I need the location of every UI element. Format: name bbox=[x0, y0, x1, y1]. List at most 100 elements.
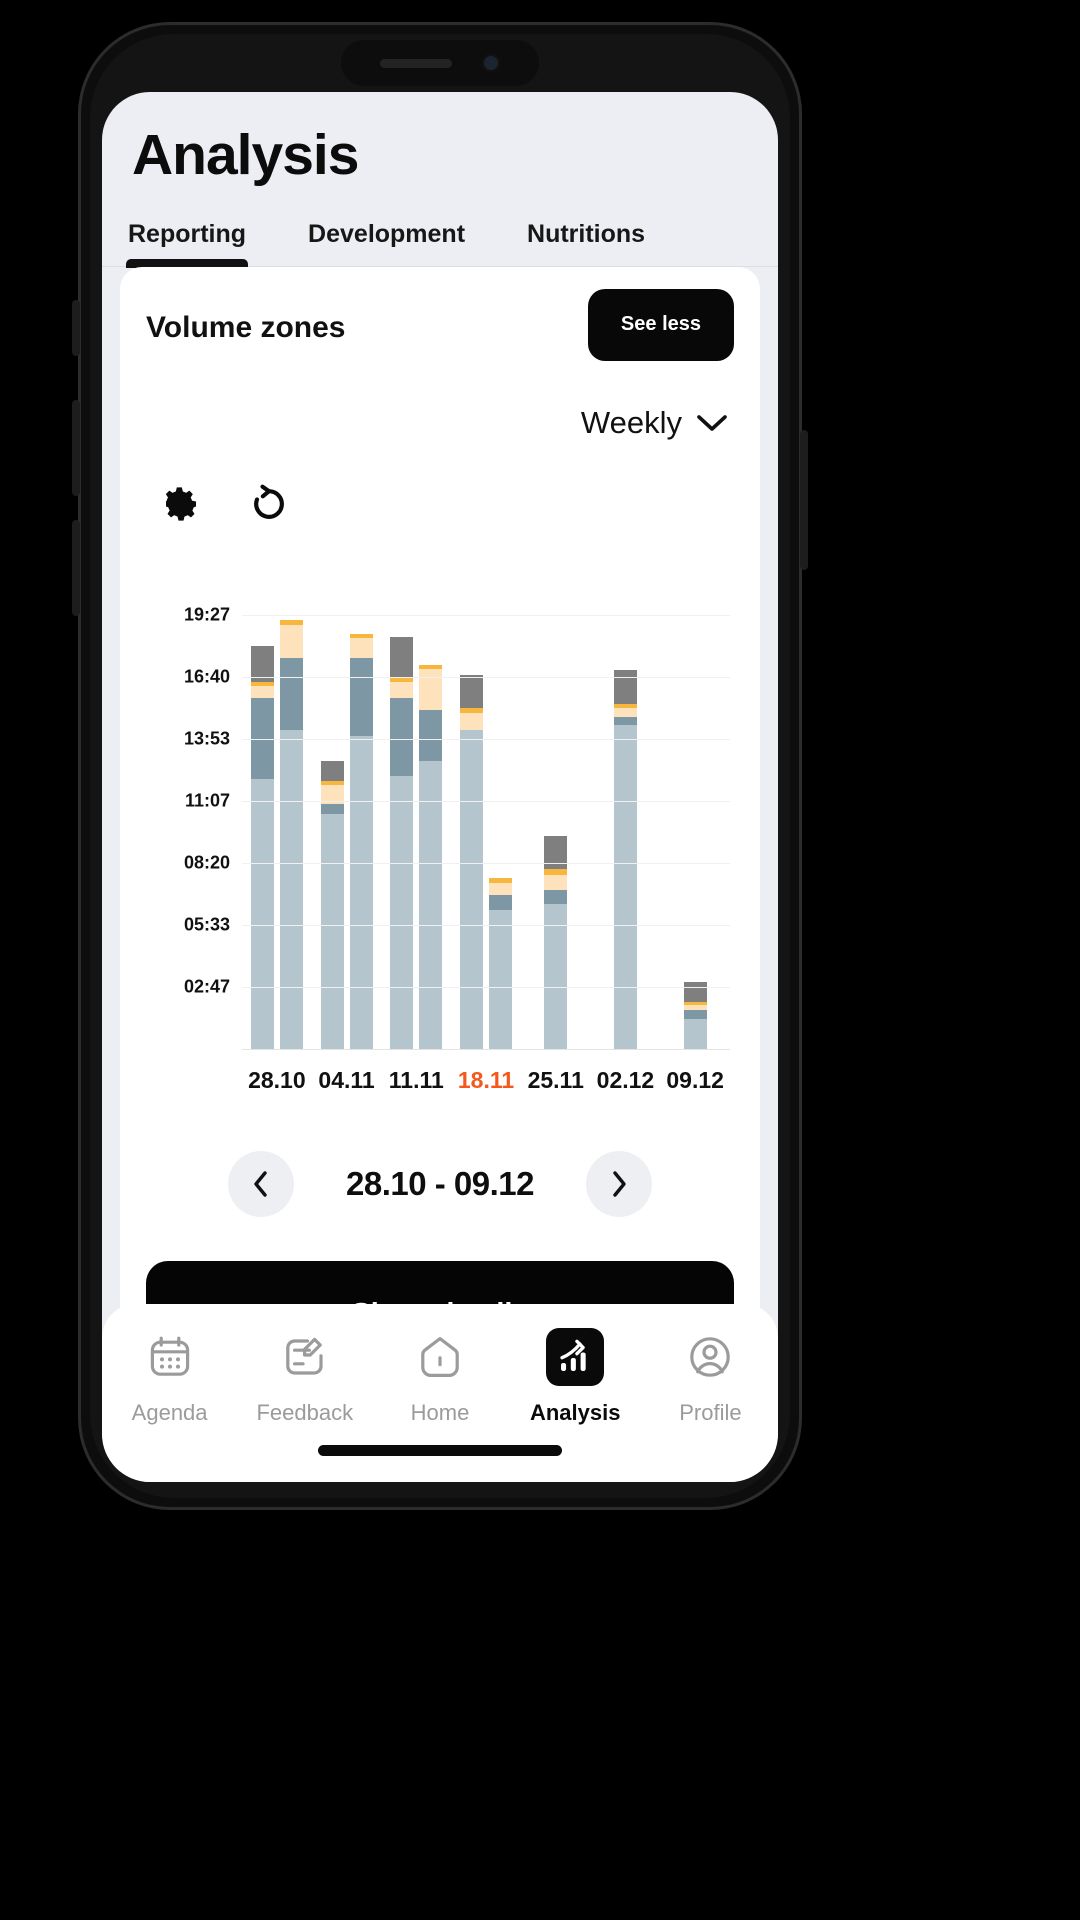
nav-label-analysis: Analysis bbox=[529, 1400, 621, 1425]
chart-bar[interactable] bbox=[250, 645, 274, 1049]
y-axis-tick: 16:40 bbox=[183, 666, 230, 687]
y-axis-tick: 19:27 bbox=[183, 604, 230, 625]
x-axis-tick[interactable]: 02.12 bbox=[591, 1067, 661, 1094]
nav-item-home[interactable]: Home bbox=[372, 1328, 507, 1426]
x-axis-tick[interactable]: 04.11 bbox=[312, 1067, 382, 1094]
chart-bar-segment-zone3 bbox=[613, 708, 637, 718]
y-axis-tick: 13:53 bbox=[183, 728, 230, 749]
chart-y-axis: 02:47 05:33 08:20 11:07 13:53 16:40 19:27 bbox=[146, 569, 230, 1049]
chart-bar[interactable] bbox=[489, 878, 513, 1049]
chart-bar[interactable] bbox=[320, 760, 344, 1049]
note-edit-icon bbox=[276, 1328, 334, 1386]
chart-up-icon bbox=[546, 1328, 605, 1386]
date-range-label: 28.10 - 09.12 bbox=[346, 1164, 535, 1202]
chart-gridline bbox=[242, 614, 730, 616]
earpiece-speaker bbox=[380, 58, 452, 68]
chart-bar-segment-zone2 bbox=[489, 894, 513, 911]
chart-bar-segment-zone2 bbox=[683, 1009, 707, 1019]
chart-bar[interactable] bbox=[279, 620, 303, 1049]
chart-bar-segment-zone5 bbox=[544, 835, 568, 870]
app-screen: Analysis Reporting Development Nutrition… bbox=[102, 92, 778, 1482]
period-selector[interactable]: Weekly bbox=[581, 405, 728, 441]
nav-label-feedback: Feedback bbox=[256, 1400, 354, 1425]
page-title: Analysis bbox=[132, 123, 359, 187]
person-icon bbox=[681, 1328, 739, 1386]
previous-range-button[interactable] bbox=[228, 1150, 294, 1217]
volume-zones-chart: 02:47 05:33 08:20 11:07 13:53 16:40 19:27 28.1… bbox=[146, 569, 734, 1099]
chart-bar-segment-zone3 bbox=[349, 638, 373, 659]
chart-bar-group[interactable] bbox=[521, 569, 591, 1049]
chart-bar-segment-zone1 bbox=[613, 725, 637, 1049]
chart-bar[interactable] bbox=[419, 664, 443, 1049]
card-header: Volume zones See less bbox=[146, 288, 734, 361]
chart-bar-group[interactable] bbox=[381, 569, 451, 1049]
volume-zones-card: Volume zones See less Weekly 02:47 05:33… bbox=[120, 266, 760, 1369]
home-indicator bbox=[318, 1445, 562, 1456]
front-camera bbox=[482, 54, 500, 72]
chart-gridline bbox=[242, 986, 730, 988]
chart-plot-area bbox=[242, 569, 730, 1050]
chart-bar-segment-zone2 bbox=[279, 658, 303, 730]
chart-gridline bbox=[242, 862, 730, 864]
chart-bar-segment-zone2 bbox=[544, 890, 568, 904]
chart-gridline bbox=[242, 738, 730, 740]
x-axis-tick[interactable]: 09.12 bbox=[660, 1067, 730, 1094]
chart-bar-segment-zone5 bbox=[320, 760, 344, 781]
chart-bar-segment-zone1 bbox=[460, 729, 484, 1049]
reset-chart-button[interactable] bbox=[248, 483, 290, 525]
chart-bar-group[interactable] bbox=[660, 569, 730, 1049]
chart-bar[interactable] bbox=[544, 835, 568, 1049]
chart-bar[interactable] bbox=[613, 670, 637, 1049]
chart-bar-group[interactable] bbox=[242, 569, 312, 1049]
chart-bar-group[interactable] bbox=[312, 569, 382, 1049]
tab-reporting[interactable]: Reporting bbox=[125, 220, 249, 268]
chart-bar-group[interactable] bbox=[451, 569, 521, 1049]
chart-bar-segment-zone3 bbox=[419, 669, 443, 710]
phone-power-button bbox=[800, 430, 808, 570]
chart-bar-segment-zone1 bbox=[320, 814, 344, 1049]
tab-nutritions[interactable]: Nutritions bbox=[527, 220, 645, 266]
nav-item-feedback[interactable]: Feedback bbox=[237, 1328, 372, 1426]
chart-bar-group[interactable] bbox=[591, 569, 661, 1049]
y-axis-tick: 05:33 bbox=[183, 914, 230, 935]
see-less-button[interactable]: See less bbox=[587, 288, 734, 361]
y-axis-tick: 11:07 bbox=[184, 790, 230, 811]
chevron-down-icon bbox=[697, 415, 727, 431]
chart-bar-segment-zone1 bbox=[489, 910, 513, 1049]
phone-side-button bbox=[72, 300, 80, 356]
chart-bar-segment-zone3 bbox=[460, 712, 484, 730]
chart-bar-segment-zone3 bbox=[390, 681, 414, 699]
x-axis-tick[interactable]: 11.11 bbox=[381, 1067, 451, 1094]
chart-bar-segment-zone5 bbox=[683, 981, 707, 1002]
date-range-nav: 28.10 - 09.12 bbox=[146, 1150, 734, 1217]
tab-development[interactable]: Development bbox=[308, 220, 465, 266]
chart-baseline bbox=[242, 1048, 730, 1050]
chart-bar[interactable] bbox=[683, 981, 707, 1049]
card-title: Volume zones bbox=[146, 310, 346, 344]
home-icon bbox=[411, 1328, 469, 1386]
next-range-button[interactable] bbox=[586, 1150, 652, 1217]
chart-bar-segment-zone3 bbox=[544, 874, 568, 891]
chart-bar-segment-zone2 bbox=[320, 804, 344, 815]
x-axis-tick[interactable]: 28.10 bbox=[242, 1067, 312, 1094]
x-axis-tick[interactable]: 25.11 bbox=[521, 1067, 591, 1094]
x-axis-tick[interactable]: 18.11 bbox=[451, 1067, 521, 1094]
nav-item-agenda[interactable]: Agenda bbox=[102, 1328, 237, 1426]
app-header: Analysis bbox=[102, 92, 778, 186]
chart-bar-segment-zone1 bbox=[419, 760, 443, 1049]
chart-bar-segment-zone2 bbox=[390, 698, 414, 777]
chart-bar-segment-zone5 bbox=[460, 674, 484, 709]
nav-label-agenda: Agenda bbox=[131, 1400, 208, 1425]
chart-tools bbox=[146, 483, 734, 525]
chart-bar-segment-zone3 bbox=[279, 624, 303, 659]
chart-bar-segment-zone1 bbox=[279, 729, 303, 1049]
calendar-icon bbox=[141, 1328, 199, 1386]
nav-item-profile[interactable]: Profile bbox=[643, 1328, 778, 1426]
settings-gear-button[interactable] bbox=[160, 483, 202, 525]
nav-item-analysis[interactable]: Analysis bbox=[508, 1328, 643, 1426]
chart-bar-segment-zone3 bbox=[489, 882, 513, 895]
chart-bar-segment-zone2 bbox=[613, 717, 637, 726]
chart-bar-segment-zone2 bbox=[419, 709, 443, 761]
y-axis-tick: 02:47 bbox=[183, 976, 230, 997]
phone-volume-up-button bbox=[72, 400, 80, 496]
